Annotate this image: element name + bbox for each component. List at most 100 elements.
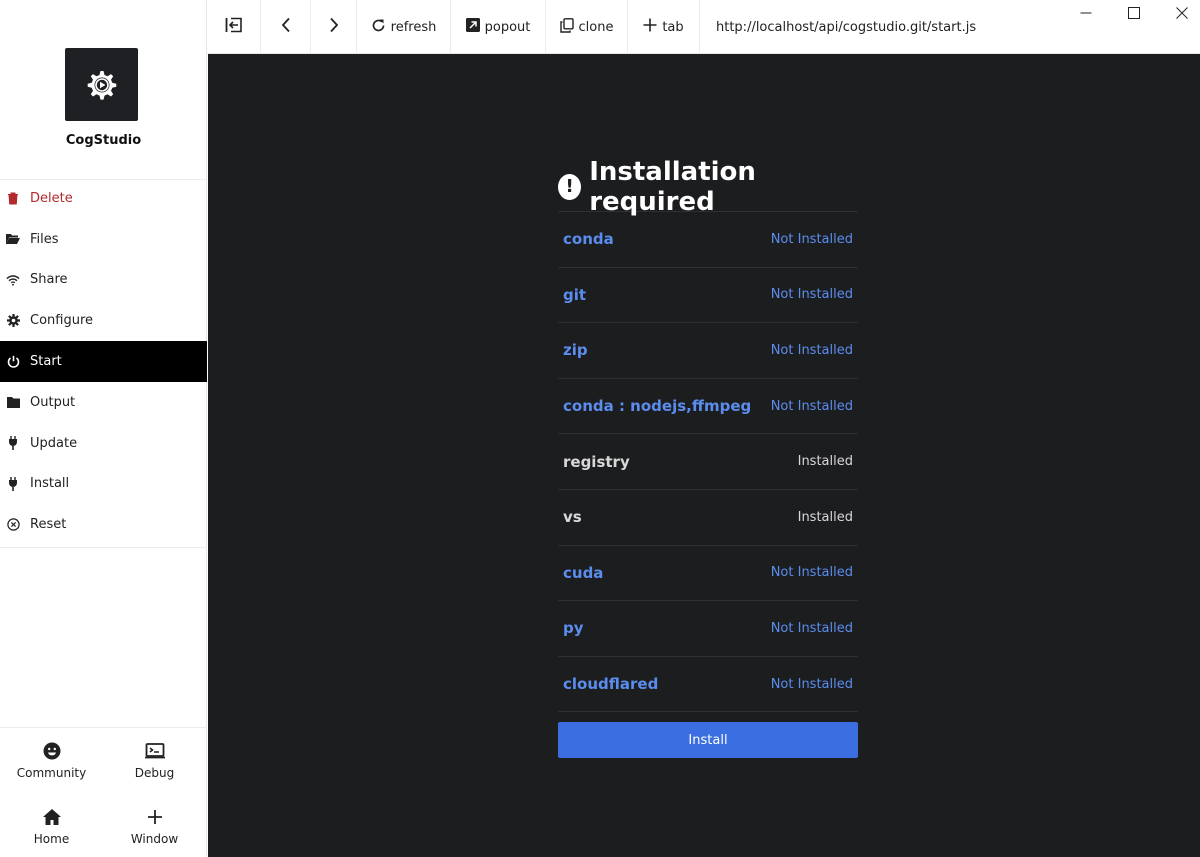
close-icon (1176, 4, 1188, 23)
folder-open-icon (6, 232, 20, 246)
sidebar-item-install[interactable]: Install (0, 464, 207, 505)
refresh-label: refresh (390, 19, 437, 35)
collapse-sidebar-button[interactable] (207, 0, 261, 54)
plus-icon (643, 18, 662, 36)
community-button[interactable]: Community (0, 742, 103, 780)
popout-icon (465, 18, 485, 36)
sidebar-item-share[interactable]: Share (0, 260, 207, 301)
clone-label: clone (578, 19, 614, 35)
requirement-row: cloudflared Not Installed (558, 657, 858, 713)
bottom-nav: Community Debug Home Window (0, 727, 207, 857)
sidebar-item-label: Install (30, 476, 70, 492)
sidebar-item-label: Share (30, 272, 68, 288)
clone-button[interactable]: clone (546, 0, 628, 54)
sidebar-item-delete[interactable]: Delete (0, 178, 207, 219)
plus-icon (103, 808, 206, 828)
home-icon (0, 808, 103, 828)
close-button[interactable] (1158, 0, 1200, 26)
refresh-icon (371, 18, 391, 37)
debug-button[interactable]: Debug (103, 742, 206, 780)
requirement-status: Installed (797, 509, 853, 525)
requirement-row: conda : nodejs,ffmpeg Not Installed (558, 379, 858, 435)
sidebar-item-start[interactable]: Start (0, 341, 207, 382)
requirement-row: py Not Installed (558, 601, 858, 657)
sidebar-item-reset[interactable]: Reset (0, 504, 207, 545)
panel-title: ! Installation required (558, 157, 858, 217)
requirement-row: cuda Not Installed (558, 546, 858, 602)
requirement-status: Installed (797, 454, 853, 470)
requirement-name: zip (563, 341, 588, 360)
clone-icon (559, 17, 579, 37)
chevron-right-icon (329, 17, 339, 37)
install-button[interactable]: Install (558, 722, 858, 759)
url-display[interactable]: http://localhost/api/cogstudio.git/start… (716, 0, 976, 54)
window-button[interactable]: Window (103, 808, 206, 846)
sidebar-item-output[interactable]: Output (0, 382, 207, 423)
sidebar: CogStudio Delete Files Share Configure S… (0, 0, 207, 857)
main-content: ! Installation required conda Not Instal… (208, 54, 1200, 857)
requirement-status: Not Installed (770, 342, 853, 358)
window-label: Window (130, 832, 179, 846)
requirement-name: git (563, 285, 587, 304)
requirement-row: registry Installed (558, 434, 858, 490)
smiley-icon (0, 742, 103, 762)
app-header: CogStudio (0, 0, 206, 180)
power-icon (6, 355, 20, 369)
requirement-status: Not Installed (770, 676, 853, 692)
requirement-status: Not Installed (770, 398, 853, 414)
wifi-icon (6, 273, 20, 287)
sidebar-item-label: Output (30, 394, 76, 410)
sidebar-item-label: Files (30, 231, 59, 247)
tab-label: tab (662, 19, 684, 35)
sidebar-item-update[interactable]: Update (0, 423, 207, 464)
refresh-button[interactable]: refresh (357, 0, 451, 54)
popout-button[interactable]: popout (451, 0, 546, 54)
sidebar-item-label: Configure (30, 313, 94, 329)
trash-icon (6, 191, 20, 205)
menu-divider (0, 547, 207, 548)
collapse-sidebar-icon (225, 17, 243, 37)
minimize-icon (1080, 4, 1092, 23)
forward-button[interactable] (311, 0, 357, 54)
sidebar-item-label: Reset (30, 517, 67, 533)
requirement-name: py (563, 619, 584, 638)
requirement-status: Not Installed (770, 620, 853, 636)
requirement-name: cloudflared (563, 675, 659, 694)
sidebar-item-label: Delete (30, 190, 73, 206)
requirement-name: conda (563, 230, 614, 249)
requirement-row: conda Not Installed (558, 212, 858, 268)
requirement-status: Not Installed (770, 565, 853, 581)
home-label: Home (33, 832, 70, 846)
popout-label: popout (484, 19, 531, 35)
new-tab-button[interactable]: tab (628, 0, 700, 54)
requirement-row: zip Not Installed (558, 323, 858, 379)
maximize-icon (1128, 4, 1140, 23)
requirement-row: git Not Installed (558, 268, 858, 324)
debug-label: Debug (134, 766, 175, 780)
minimize-button[interactable] (1062, 0, 1110, 26)
back-button[interactable] (261, 0, 311, 54)
maximize-button[interactable] (1110, 0, 1158, 26)
requirement-status: Not Installed (770, 231, 853, 247)
requirement-status: Not Installed (770, 287, 853, 303)
sidebar-item-label: Update (30, 435, 78, 451)
chevron-left-icon (281, 17, 291, 37)
community-label: Community (16, 766, 87, 780)
gear-icon (6, 314, 20, 328)
app-logo-gear-play-icon (65, 48, 138, 121)
toolbar: refresh popout clone tab http://localhos… (207, 0, 1200, 54)
installation-panel: ! Installation required conda Not Instal… (558, 157, 858, 759)
sidebar-menu: Delete Files Share Configure Start Outpu… (0, 178, 207, 545)
requirement-row: vs Installed (558, 490, 858, 546)
sidebar-item-files[interactable]: Files (0, 219, 207, 260)
exclamation-circle-icon: ! (558, 173, 582, 200)
requirement-name: registry (563, 452, 630, 471)
app-name: CogStudio (65, 133, 142, 148)
folder-icon (6, 395, 20, 409)
sidebar-item-label: Start (30, 354, 62, 370)
terminal-icon (103, 742, 206, 762)
plug-icon (6, 436, 20, 451)
sidebar-item-configure[interactable]: Configure (0, 300, 207, 341)
requirement-name: vs (563, 508, 582, 527)
home-button[interactable]: Home (0, 808, 103, 846)
